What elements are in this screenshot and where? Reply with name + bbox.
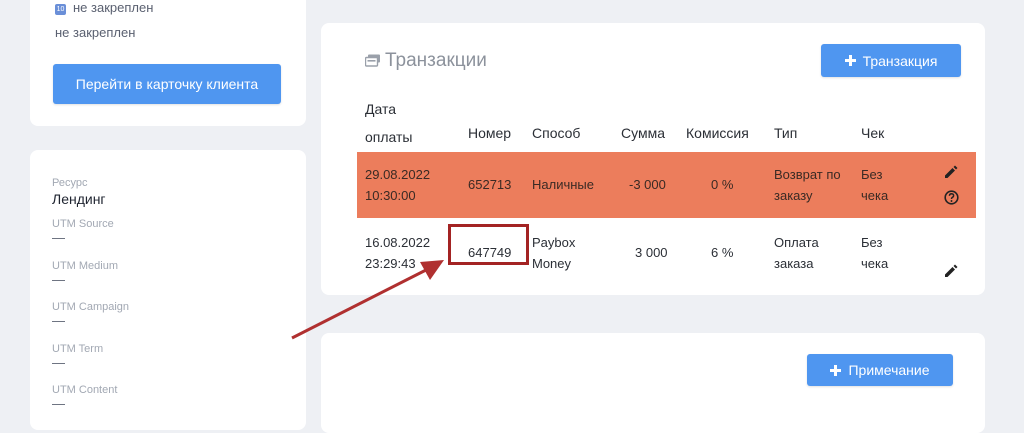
annotation-arrow xyxy=(291,260,444,340)
